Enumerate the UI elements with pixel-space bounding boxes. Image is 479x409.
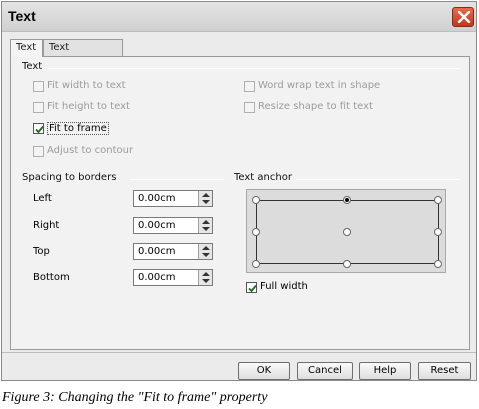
top-spacing-field[interactable]: 0.00cm (133, 243, 213, 260)
word-wrap-checkbox[interactable] (244, 81, 255, 92)
resize-shape-checkbox[interactable] (244, 102, 255, 113)
adjust-contour-label: Adjust to contour (47, 145, 134, 156)
right-spacing-value: 0.00cm (138, 220, 176, 231)
spacing-section-label: Spacing to borders (22, 172, 117, 183)
anchor-bottom-left-radio[interactable] (252, 260, 260, 268)
spin-arrows-icon[interactable] (198, 218, 212, 233)
full-width-checkbox[interactable] (246, 282, 257, 293)
footer-divider (2, 352, 476, 353)
cancel-button[interactable]: Cancel (297, 362, 353, 380)
fit-to-frame-checkbox[interactable] (33, 123, 44, 134)
full-width-label: Full width (260, 281, 308, 292)
figure-caption: Figure 3: Changing the "Fit to frame" pr… (2, 390, 268, 405)
bottom-spacing-field[interactable]: 0.00cm (133, 269, 213, 286)
help-button[interactable]: Help (359, 362, 411, 380)
right-label: Right (33, 220, 60, 231)
fit-width-checkbox[interactable] (33, 81, 44, 92)
tab-text-animation[interactable]: Text Animation (43, 39, 123, 68)
left-spacing-field[interactable]: 0.00cm (133, 190, 213, 207)
word-wrap-label: Word wrap text in shape (258, 80, 381, 91)
dialog-title: Text (8, 8, 36, 24)
ok-button[interactable]: OK (238, 362, 290, 380)
anchor-middle-right-radio[interactable] (434, 228, 442, 236)
close-button[interactable] (452, 7, 474, 27)
title-bar: Text (2, 2, 476, 32)
tab-text-label: Text (16, 42, 37, 53)
checkmark-icon (35, 125, 44, 134)
bottom-label: Bottom (33, 272, 70, 283)
left-label: Left (33, 193, 52, 204)
text-section-label: Text (22, 61, 43, 72)
anchor-bottom-center-radio[interactable] (343, 260, 351, 268)
adjust-contour-checkbox[interactable] (33, 146, 44, 157)
spin-arrows-icon[interactable] (198, 244, 212, 259)
text-section-divider (48, 68, 460, 69)
fit-height-checkbox[interactable] (33, 102, 44, 113)
spacing-section-divider (130, 179, 224, 180)
fit-to-frame-label: Fit to frame (47, 122, 109, 135)
top-label: Top (33, 246, 50, 257)
anchor-top-center-radio[interactable] (343, 196, 351, 204)
top-spacing-value: 0.00cm (138, 246, 176, 257)
left-spacing-value: 0.00cm (138, 193, 176, 204)
reset-button[interactable]: Reset (418, 362, 471, 380)
close-x-icon (457, 11, 471, 23)
resize-shape-label: Resize shape to fit text (258, 101, 373, 112)
checkmark-icon (248, 284, 257, 293)
spin-arrows-icon[interactable] (198, 191, 212, 206)
right-spacing-field[interactable]: 0.00cm (133, 217, 213, 234)
anchor-section-label: Text anchor (234, 172, 292, 183)
bottom-spacing-value: 0.00cm (138, 272, 176, 283)
anchor-bottom-right-radio[interactable] (434, 260, 442, 268)
anchor-section-divider (296, 179, 460, 180)
anchor-middle-left-radio[interactable] (252, 228, 260, 236)
anchor-center-radio[interactable] (343, 228, 351, 236)
anchor-top-left-radio[interactable] (252, 196, 260, 204)
fit-height-label: Fit height to text (47, 101, 130, 112)
tab-text[interactable]: Text (10, 39, 43, 57)
anchor-top-right-radio[interactable] (434, 196, 442, 204)
text-dialog: Text Text Text Animation Text Fit width … (1, 1, 477, 381)
fit-width-label: Fit width to text (47, 80, 126, 91)
spin-arrows-icon[interactable] (198, 270, 212, 285)
